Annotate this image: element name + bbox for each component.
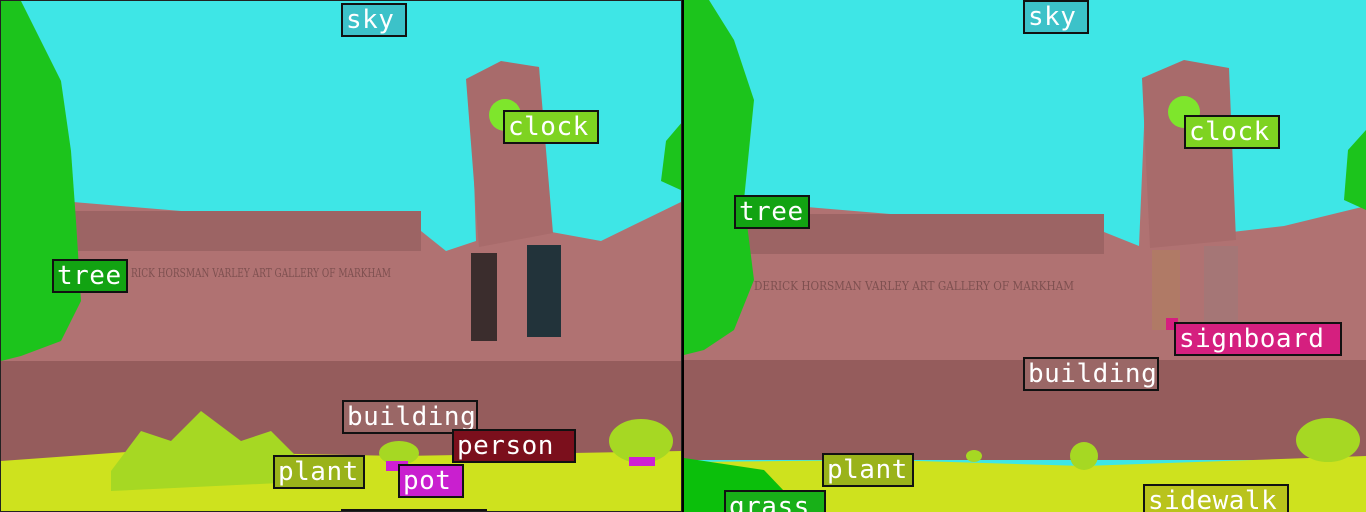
- right-facade-text: DERICK HORSMAN VARLEY ART GALLERY OF MAR…: [754, 279, 1074, 293]
- left-roof-band: [61, 211, 421, 251]
- left-clock-tower: [466, 61, 553, 247]
- left-scene: RICK HORSMAN VARLEY ART GALLERY OF MARKH…: [1, 1, 681, 511]
- left-label-person: person: [452, 429, 576, 463]
- left-label-pot: pot: [398, 464, 464, 498]
- right-label-grass: grass: [724, 490, 826, 512]
- right-label-sky: sky: [1023, 0, 1089, 34]
- left-label-tree: tree: [52, 259, 128, 293]
- right-clock-tower: [1142, 60, 1236, 248]
- right-segmentation-panel: DERICK HORSMAN VARLEY ART GALLERY OF MAR…: [684, 0, 1366, 512]
- left-facade-text: RICK HORSMAN VARLEY ART GALLERY OF MARKH…: [131, 266, 391, 280]
- left-label-plant: plant: [273, 455, 365, 489]
- right-banner-2: [1204, 246, 1238, 326]
- left-pot-region-2: [629, 457, 655, 466]
- left-label-sky: sky: [341, 3, 407, 37]
- left-banner-2: [527, 245, 561, 337]
- right-shrub-right: [1296, 418, 1360, 462]
- right-label-clock: clock: [1184, 115, 1280, 149]
- right-label-tree: tree: [734, 195, 810, 229]
- left-segmentation-panel: RICK HORSMAN VARLEY ART GALLERY OF MARKH…: [0, 0, 682, 512]
- left-label-clock: clock: [503, 110, 599, 144]
- right-shrub-mid: [1070, 442, 1098, 470]
- right-scene: DERICK HORSMAN VARLEY ART GALLERY OF MAR…: [684, 0, 1366, 512]
- left-banner-1: [471, 253, 497, 341]
- right-label-plant: plant: [822, 453, 914, 487]
- right-label-building: building: [1023, 357, 1159, 391]
- right-label-signboard: signboard: [1174, 322, 1342, 356]
- right-label-sidewalk: sidewalk: [1143, 484, 1289, 512]
- left-shrub-right: [609, 419, 673, 463]
- right-shrub-small: [966, 450, 982, 462]
